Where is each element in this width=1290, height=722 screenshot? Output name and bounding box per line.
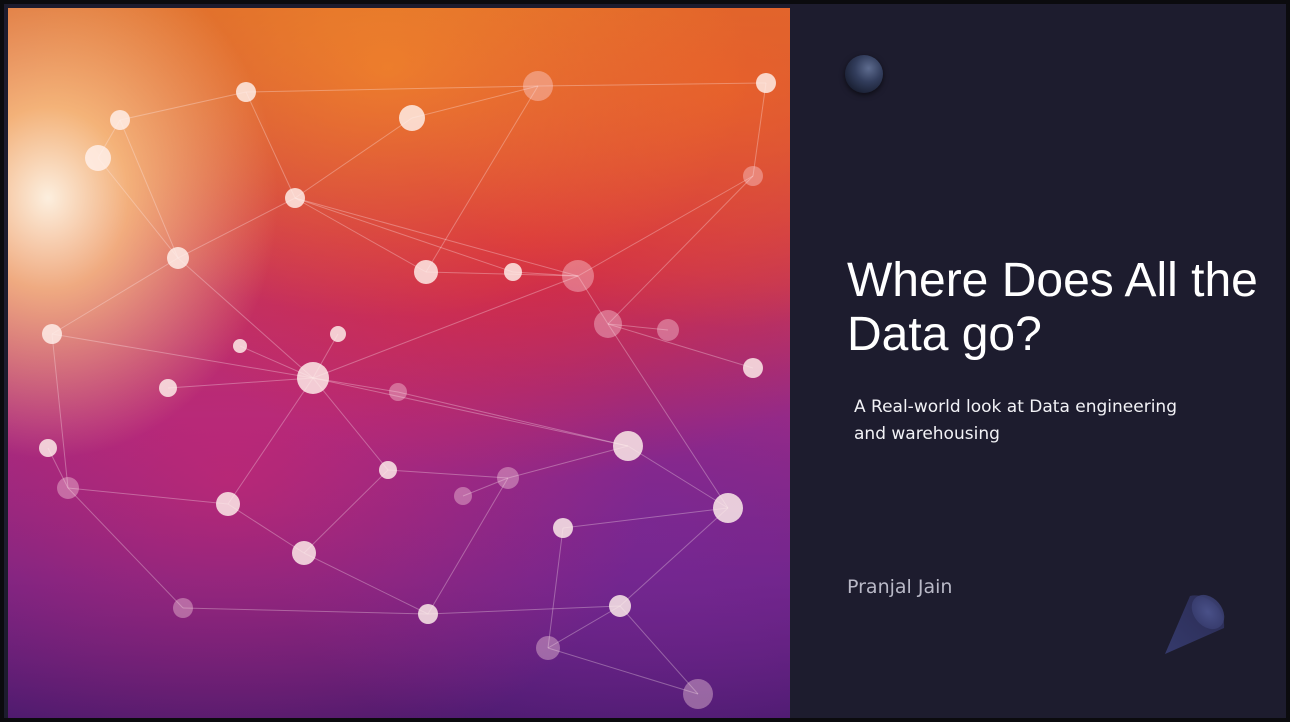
network-link [294, 197, 514, 273]
network-node [330, 326, 346, 342]
network-node [562, 260, 594, 292]
network-node [756, 73, 776, 93]
network-link [51, 257, 179, 335]
network-node [713, 493, 743, 523]
network-nodes-image [8, 8, 790, 718]
network-link [397, 391, 629, 447]
network-link [294, 117, 413, 199]
network-link [427, 605, 621, 615]
network-node [399, 105, 425, 131]
network-node [414, 260, 438, 284]
network-link [294, 197, 427, 273]
network-link [67, 487, 229, 505]
network-link [119, 91, 247, 121]
network-link [67, 487, 184, 609]
presentation-slide: Where Does All the Data go? A Real-world… [0, 0, 1290, 722]
network-link [562, 507, 729, 529]
network-node [167, 247, 189, 269]
network-node [536, 636, 560, 660]
network-link [245, 85, 539, 93]
network-link [303, 469, 389, 554]
network-link [245, 91, 296, 199]
network-link [619, 605, 699, 695]
network-node [418, 604, 438, 624]
network-link [177, 257, 314, 379]
network-node [159, 379, 177, 397]
network-link [537, 82, 767, 87]
network-node [454, 487, 472, 505]
slide-subtitle[interactable]: A Real-world look at Data engineering an… [854, 394, 1214, 448]
author-name[interactable]: Pranjal Jain [847, 576, 952, 598]
title-panel: Where Does All the Data go? A Real-world… [790, 8, 1286, 718]
network-link [303, 552, 429, 615]
network-node [57, 477, 79, 499]
network-link [294, 197, 579, 277]
network-link [547, 527, 564, 649]
network-node [39, 439, 57, 457]
network-link [227, 377, 314, 505]
network-link [607, 323, 729, 509]
network-node [110, 110, 130, 130]
network-link [51, 333, 69, 489]
network-node [504, 263, 522, 281]
network-link [547, 647, 699, 695]
network-node [389, 383, 407, 401]
network-node [497, 467, 519, 489]
network-link [547, 605, 621, 649]
cone-shape-icon [1165, 594, 1225, 654]
network-node [42, 324, 62, 344]
slide-title[interactable]: Where Does All the Data go? [847, 254, 1267, 362]
network-node [85, 145, 111, 171]
network-link [425, 85, 539, 273]
network-link [619, 507, 729, 607]
network-node [553, 518, 573, 538]
network-link [227, 503, 305, 554]
network-link [607, 323, 754, 369]
network-node [297, 362, 329, 394]
network-node [233, 339, 247, 353]
network-link [577, 175, 754, 277]
network-node [379, 461, 397, 479]
network-node [743, 166, 763, 186]
network-node [216, 492, 240, 516]
network-link [167, 377, 314, 389]
network-link [97, 157, 179, 259]
network-node [743, 358, 763, 378]
network-link [51, 333, 314, 379]
network-node [236, 82, 256, 102]
network-link [752, 82, 767, 177]
network-link [119, 119, 179, 259]
network-link [607, 175, 754, 325]
network-link [411, 85, 539, 119]
network-node [285, 188, 305, 208]
network-node [292, 541, 316, 565]
network-link [312, 275, 579, 379]
network-link [627, 445, 729, 509]
network-node [683, 679, 713, 709]
network-graphic [39, 71, 776, 709]
network-node [523, 71, 553, 101]
network-node [609, 595, 631, 617]
network-node [613, 431, 643, 461]
network-node [173, 598, 193, 618]
network-link [182, 607, 429, 615]
network-link [507, 445, 629, 479]
network-link [177, 197, 296, 259]
network-node [594, 310, 622, 338]
dark-orb-icon [845, 55, 883, 93]
network-node [657, 319, 679, 341]
network-link [387, 469, 509, 479]
network-link [425, 271, 579, 277]
